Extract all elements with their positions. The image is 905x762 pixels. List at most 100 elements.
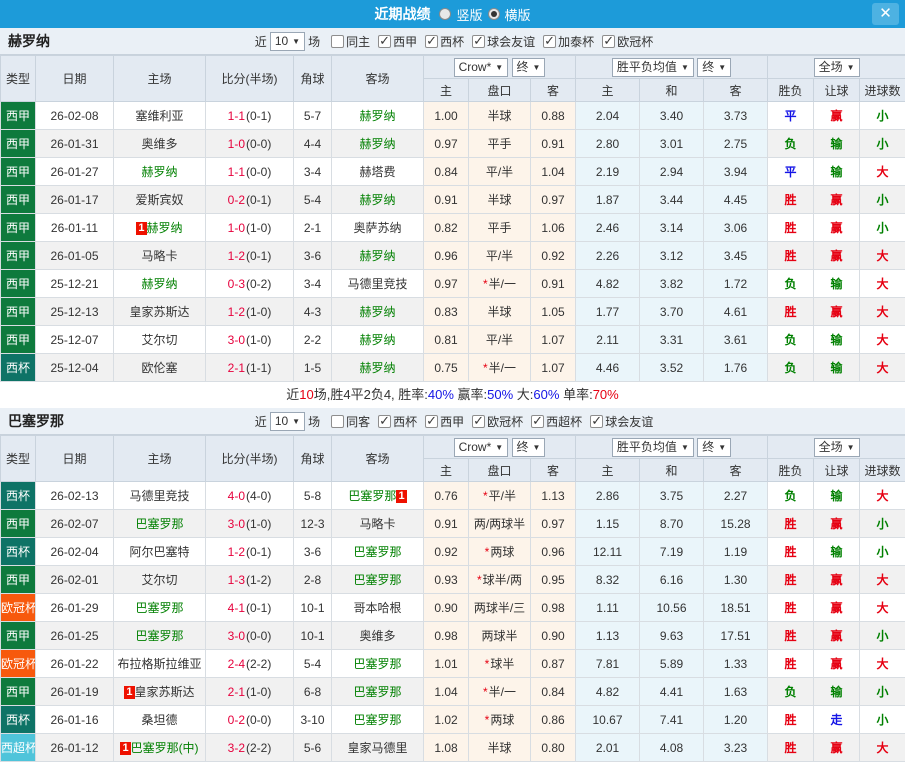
home-team-cell: 艾尔切: [114, 326, 206, 354]
col-header-date: 日期: [36, 56, 114, 102]
result-cell-value: 胜: [785, 545, 797, 559]
league-filter-label[interactable]: 西超杯: [546, 415, 582, 429]
same-venue-checkbox[interactable]: [331, 415, 344, 428]
close-icon[interactable]: ✕: [872, 3, 899, 25]
sub-header-mean-away: 客: [704, 79, 768, 102]
league-filter-checkbox[interactable]: [425, 35, 438, 48]
handicap-result-cell-value: 输: [831, 545, 843, 559]
result-cell: 负: [768, 354, 814, 382]
result-cell-value: 胜: [785, 657, 797, 671]
league-filter-checkbox[interactable]: [378, 415, 391, 428]
league-type-cell: 西甲: [1, 242, 36, 270]
goals-cell-value: 大: [877, 277, 889, 291]
league-filter-checkbox[interactable]: [531, 415, 544, 428]
mean-type-select[interactable]: 胜平负均值: [612, 58, 694, 77]
away-team-cell: 赫罗纳: [332, 354, 424, 382]
league-filter-checkbox[interactable]: [472, 35, 485, 48]
corner-cell: 5-7: [294, 102, 332, 130]
corner-cell: 2-8: [294, 566, 332, 594]
bookmaker-select[interactable]: Crow*: [454, 58, 509, 77]
team-name-text: 赫罗纳: [359, 109, 395, 123]
near-label: 近: [255, 413, 267, 430]
scope-select[interactable]: 全场: [814, 438, 860, 457]
corner-cell: 10-1: [294, 622, 332, 650]
mean-time-select[interactable]: 终: [697, 58, 731, 77]
date-cell: 26-01-29: [36, 594, 114, 622]
league-filter-label[interactable]: 球会友谊: [487, 35, 535, 49]
vertical-layout-label[interactable]: 竖版: [456, 5, 482, 24]
home-odds-cell: 0.84: [424, 158, 469, 186]
away-odds-cell: 0.95: [531, 566, 576, 594]
away-team-cell: 巴塞罗那1: [332, 482, 424, 510]
league-filter-checkbox[interactable]: [425, 415, 438, 428]
score-cell: 3-0(0-0): [206, 622, 294, 650]
league-type-cell: 西甲: [1, 678, 36, 706]
fulltime-score: 1-1: [228, 165, 245, 179]
team-name-text: 马德里竞技: [347, 277, 407, 291]
league-filter-label[interactable]: 西杯: [393, 415, 417, 429]
league-type-cell: 西杯: [1, 538, 36, 566]
handicap-text: 半球: [487, 305, 511, 319]
league-filter-label[interactable]: 欧冠杯: [487, 415, 523, 429]
team-name-text: 巴塞罗那: [353, 685, 401, 699]
vertical-layout-radio[interactable]: [439, 8, 451, 20]
league-filter-checkbox[interactable]: [378, 35, 391, 48]
scope-select[interactable]: 全场: [814, 58, 860, 77]
horizontal-layout-radio[interactable]: [488, 8, 500, 20]
home-odds-cell: 0.82: [424, 214, 469, 242]
same-venue-checkbox[interactable]: [331, 35, 344, 48]
mean-away-cell: 1.33: [704, 650, 768, 678]
halftime-score: (1-0): [246, 517, 271, 531]
league-filter-label[interactable]: 西甲: [393, 35, 417, 49]
mean-type-select[interactable]: 胜平负均值: [612, 438, 694, 457]
handicap-star: *: [485, 545, 490, 559]
mean-away-cell: 4.45: [704, 186, 768, 214]
league-filter-label[interactable]: 西杯: [440, 35, 464, 49]
mean-away-cell: 3.06: [704, 214, 768, 242]
mean-draw-cell: 3.01: [640, 130, 704, 158]
mean-home-cell: 2.04: [576, 102, 640, 130]
result-cell: 胜: [768, 622, 814, 650]
league-filter-checkbox[interactable]: [602, 35, 615, 48]
league-filter-label[interactable]: 球会友谊: [605, 415, 653, 429]
mean-away-cell: 1.19: [704, 538, 768, 566]
handicap-text: 半球: [487, 193, 511, 207]
corner-cell: 1-5: [294, 354, 332, 382]
mean-draw-cell: 8.70: [640, 510, 704, 538]
col-header-type: 类型: [1, 56, 36, 102]
corner-cell: 3-6: [294, 538, 332, 566]
horizontal-layout-label[interactable]: 横版: [505, 5, 531, 24]
near-label: 近: [255, 33, 267, 50]
sub-header-home-odds: 主: [424, 79, 469, 102]
match-count-select[interactable]: 10: [270, 32, 305, 51]
league-filter-checkbox[interactable]: [472, 415, 485, 428]
handicap-result-cell-value: 赢: [831, 249, 843, 263]
score-cell: 1-2(0-1): [206, 538, 294, 566]
result-cell: 胜: [768, 594, 814, 622]
result-cell: 负: [768, 270, 814, 298]
same-venue-label[interactable]: 同客: [346, 415, 370, 429]
same-venue-label[interactable]: 同主: [346, 35, 370, 49]
odds-time-select[interactable]: 终: [512, 58, 546, 77]
league-filter-checkbox[interactable]: [590, 415, 603, 428]
handicap-result-cell-value: 赢: [831, 109, 843, 123]
home-odds-cell: 0.90: [424, 594, 469, 622]
league-filter-label[interactable]: 加泰杯: [558, 35, 594, 49]
bookmaker-select[interactable]: Crow*: [454, 438, 509, 457]
mean-time-select[interactable]: 终: [697, 438, 731, 457]
goals-cell-value: 小: [877, 221, 889, 235]
handicap-star: *: [483, 489, 488, 503]
league-filter-checkbox[interactable]: [543, 35, 556, 48]
odds-time-select[interactable]: 终: [512, 438, 546, 457]
league-filter-label[interactable]: 西甲: [440, 415, 464, 429]
score-cell: 2-1(1-0): [206, 678, 294, 706]
match-count-select[interactable]: 10: [270, 412, 305, 431]
league-filter-label[interactable]: 欧冠杯: [617, 35, 653, 49]
halftime-score: (0-1): [246, 545, 271, 559]
halftime-score: (2-2): [246, 741, 271, 755]
mean-home-cell: 10.67: [576, 706, 640, 734]
mean-away-cell: 3.61: [704, 326, 768, 354]
fulltime-score: 2-1: [228, 685, 245, 699]
home-odds-cell: 0.97: [424, 130, 469, 158]
home-odds-cell: 0.91: [424, 510, 469, 538]
